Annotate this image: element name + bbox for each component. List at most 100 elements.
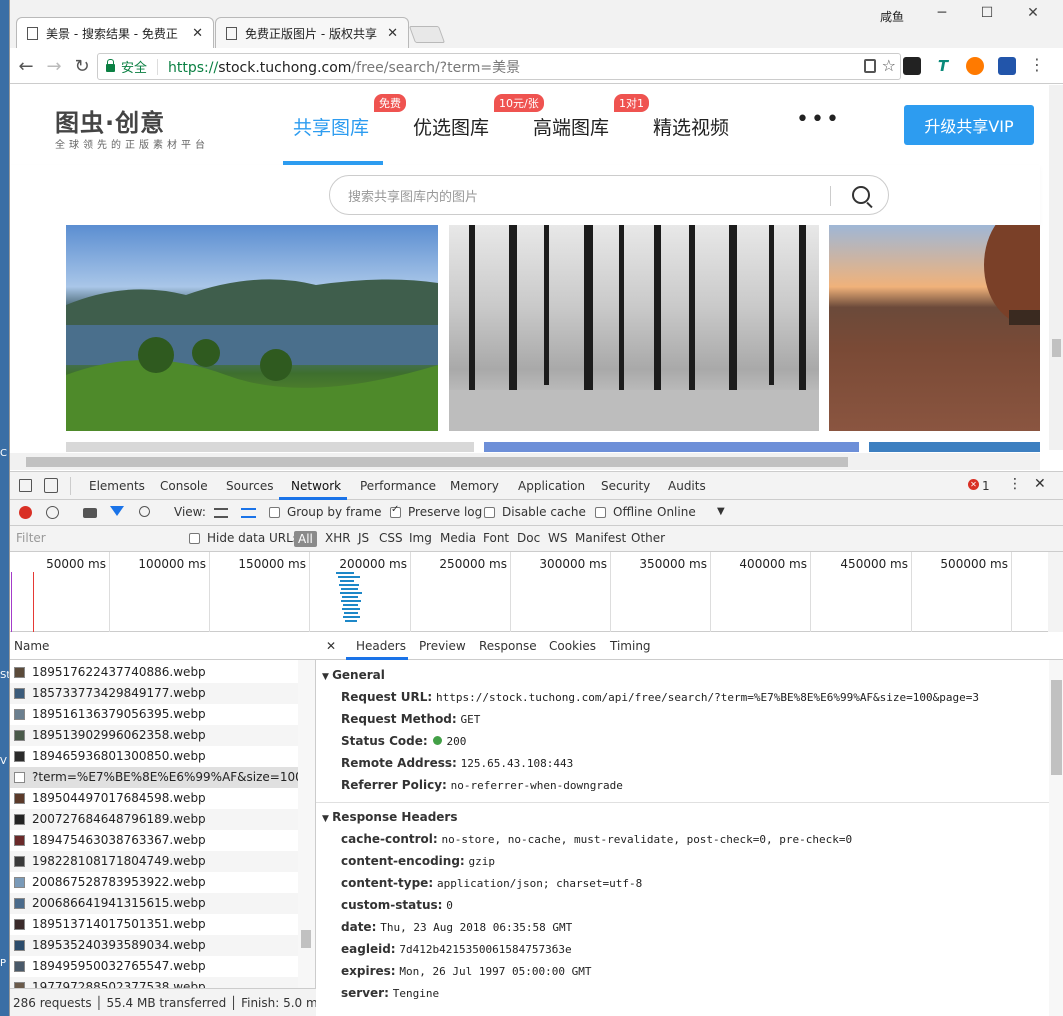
extension-t-icon[interactable]: T xyxy=(934,57,952,75)
close-devtools-icon[interactable]: ✕ xyxy=(1034,476,1046,492)
tab-cookies[interactable]: Cookies xyxy=(549,639,596,653)
tab-network[interactable]: Network xyxy=(291,479,341,493)
photo-thumbnail[interactable] xyxy=(869,442,1040,452)
scrollbar-thumb[interactable] xyxy=(1052,339,1061,357)
extension-camera-icon[interactable] xyxy=(998,57,1016,75)
tab-elements[interactable]: Elements xyxy=(89,479,145,493)
site-settings-icon[interactable] xyxy=(864,59,876,73)
filter-doc[interactable]: Doc xyxy=(517,531,540,545)
filter-font[interactable]: Font xyxy=(483,531,509,545)
preserve-log-checkbox[interactable] xyxy=(390,504,401,518)
filter-icon[interactable] xyxy=(110,506,124,516)
waterfall-icon[interactable] xyxy=(241,508,256,518)
page-vertical-scrollbar[interactable] xyxy=(1049,85,1063,450)
extension-infinity-icon[interactable] xyxy=(966,57,984,75)
error-count[interactable]: 1 xyxy=(982,479,990,493)
back-icon[interactable]: ← xyxy=(15,56,37,77)
request-row[interactable]: 200727684648796189.webp xyxy=(10,809,298,830)
request-row[interactable]: 189516136379056395.webp xyxy=(10,704,298,725)
offline-checkbox[interactable] xyxy=(595,507,606,518)
close-tab-icon[interactable]: ✕ xyxy=(192,26,203,41)
browser-tab-active[interactable]: 美景 - 搜索结果 - 免费正 ✕ xyxy=(16,17,214,48)
tab-console[interactable]: Console xyxy=(160,479,208,493)
scrollbar-thumb[interactable] xyxy=(1051,680,1062,775)
scrollbar-thumb[interactable] xyxy=(26,457,848,467)
page-horizontal-scrollbar[interactable] xyxy=(10,453,1040,470)
nav-videos[interactable]: 精选视频 xyxy=(653,113,729,140)
nav-highend-library[interactable]: 高端图库 xyxy=(533,113,609,140)
search-icon[interactable] xyxy=(852,186,870,204)
request-row[interactable]: 200686641941315615.webp xyxy=(10,893,298,914)
scrollbar-thumb[interactable] xyxy=(301,930,311,948)
secure-indicator[interactable]: 安全 xyxy=(106,57,147,76)
minimize-icon[interactable]: ─ xyxy=(927,5,957,25)
request-row[interactable]: ?term=%E7%BE%8E%E6%99%AF&size=100&page=3 xyxy=(10,767,298,788)
filter-ws[interactable]: WS xyxy=(548,531,567,545)
request-row[interactable]: 185733773429849177.webp xyxy=(10,683,298,704)
search-icon[interactable] xyxy=(139,506,150,517)
address-bar[interactable]: 安全 https://stock.tuchong.com/free/search… xyxy=(97,53,901,80)
request-row[interactable]: 189495950032765547.webp xyxy=(10,956,298,977)
filter-xhr[interactable]: XHR xyxy=(325,531,351,545)
request-row[interactable]: 189475463038763367.webp xyxy=(10,830,298,851)
profile-name[interactable]: 咸鱼 xyxy=(880,8,904,25)
upgrade-vip-button[interactable]: 升级共享VIP xyxy=(904,105,1034,145)
tab-security[interactable]: Security xyxy=(601,479,650,493)
request-list-scrollbar[interactable] xyxy=(298,660,315,990)
request-row[interactable]: 189517622437740886.webp xyxy=(10,662,298,683)
tab-headers[interactable]: Headers xyxy=(356,639,406,653)
record-icon[interactable] xyxy=(19,506,32,519)
throttle-select[interactable]: Online xyxy=(657,505,696,519)
browser-tab[interactable]: 免费正版图片 - 版权共享 ✕ xyxy=(215,17,409,48)
screenshot-icon[interactable] xyxy=(83,508,97,518)
filter-input[interactable]: Filter xyxy=(16,531,46,545)
menu-icon[interactable]: ⋮ xyxy=(1028,57,1046,75)
section-toggle[interactable]: ▼ Response Headers xyxy=(322,810,458,824)
new-tab-button[interactable] xyxy=(408,26,446,43)
filter-img[interactable]: Img xyxy=(409,531,432,545)
clear-icon[interactable] xyxy=(46,506,59,519)
hide-data-urls-checkbox[interactable] xyxy=(189,533,200,544)
error-icon[interactable]: ✕ xyxy=(968,479,979,490)
forward-icon[interactable]: → xyxy=(43,56,65,77)
photo-thumbnail[interactable] xyxy=(484,442,859,452)
section-toggle[interactable]: ▼ General xyxy=(322,668,385,682)
photo-thumbnail[interactable] xyxy=(449,225,819,431)
nav-shared-library[interactable]: 共享图库 xyxy=(293,113,369,140)
request-row[interactable]: 189513714017501351.webp xyxy=(10,914,298,935)
url-text[interactable]: https://stock.tuchong.com/free/search/?t… xyxy=(168,57,520,77)
large-rows-icon[interactable] xyxy=(214,508,228,518)
filter-js[interactable]: JS xyxy=(358,531,369,545)
close-window-icon[interactable]: ✕ xyxy=(1018,5,1048,25)
filter-manifest[interactable]: Manifest xyxy=(575,531,626,545)
filter-other[interactable]: Other xyxy=(631,531,665,545)
request-row[interactable]: 200867528783953922.webp xyxy=(10,872,298,893)
overview-scrollbar[interactable] xyxy=(1048,552,1063,632)
tab-preview[interactable]: Preview xyxy=(419,639,466,653)
photo-thumbnail[interactable] xyxy=(66,442,474,452)
filter-media[interactable]: Media xyxy=(440,531,476,545)
tab-timing[interactable]: Timing xyxy=(610,639,651,653)
close-details-icon[interactable]: ✕ xyxy=(326,639,336,653)
close-tab-icon[interactable]: ✕ xyxy=(387,26,398,41)
request-row[interactable]: 189535240393589034.webp xyxy=(10,935,298,956)
inspect-element-icon[interactable] xyxy=(19,479,32,492)
network-overview[interactable]: 50000 ms 100000 ms 150000 ms 200000 ms 2… xyxy=(10,552,1063,632)
tab-application[interactable]: Application xyxy=(518,479,585,493)
name-column-header[interactable]: Name xyxy=(10,632,316,660)
tab-sources[interactable]: Sources xyxy=(226,479,273,493)
reload-icon[interactable]: ↻ xyxy=(71,56,93,77)
photo-thumbnail[interactable] xyxy=(66,225,438,431)
devtools-menu-icon[interactable]: ⋮ xyxy=(1008,476,1022,492)
details-scrollbar[interactable] xyxy=(1049,660,1063,1016)
nav-premium-library[interactable]: 优选图库 xyxy=(413,113,489,140)
tab-performance[interactable]: Performance xyxy=(360,479,436,493)
request-row[interactable]: 198228108171804749.webp xyxy=(10,851,298,872)
tab-response[interactable]: Response xyxy=(479,639,537,653)
request-row[interactable]: 189504497017684598.webp xyxy=(10,788,298,809)
chevron-down-icon[interactable]: ▼ xyxy=(717,506,725,517)
request-row[interactable]: 189513902996062358.webp xyxy=(10,725,298,746)
site-logo[interactable]: 图虫·创意 全球领先的正版素材平台 xyxy=(55,103,209,151)
device-toolbar-icon[interactable] xyxy=(44,478,58,493)
search-input[interactable]: 搜索共享图库内的图片 xyxy=(329,175,889,215)
